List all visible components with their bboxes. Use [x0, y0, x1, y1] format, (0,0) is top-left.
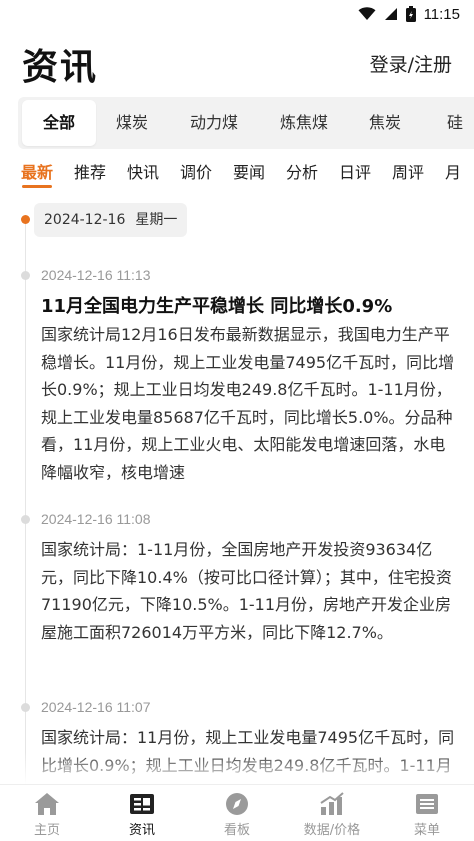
battery-icon: [405, 6, 416, 22]
chart-icon: [318, 791, 346, 817]
wifi-icon: [358, 7, 376, 21]
category-tab-thermal-coal[interactable]: 动力煤: [178, 97, 250, 149]
sub-tab-price-adjust[interactable]: 调价: [180, 159, 212, 183]
nav-data-price[interactable]: 数据/价格: [287, 789, 377, 839]
sub-tab-headlines[interactable]: 要闻: [233, 159, 265, 183]
sub-tabs: 最新 推荐 快讯 调价 要闻 分析 日评 周评 月评: [0, 155, 474, 189]
sub-tab-daily-review[interactable]: 日评: [339, 159, 371, 183]
active-tab-indicator: [22, 185, 52, 188]
nav-label: 菜单: [413, 823, 440, 838]
category-tab-coke[interactable]: 焦炭: [360, 97, 410, 149]
sub-tab-latest[interactable]: 最新: [21, 159, 53, 183]
timeline-line: [25, 220, 26, 784]
news-time: 2024-12-16 11:08: [41, 511, 151, 527]
bottom-nav: 主页 资讯 看板 数据/价格 菜单: [0, 784, 474, 841]
news-time: 2024-12-16 11:13: [41, 267, 151, 283]
timeline-dot: [21, 271, 30, 280]
weekday-text: 星期一: [135, 212, 178, 228]
category-tab-all[interactable]: 全部: [22, 100, 96, 146]
nav-label: 资讯: [128, 823, 155, 838]
nav-dashboard[interactable]: 看板: [192, 789, 282, 839]
nav-menu[interactable]: 菜单: [382, 789, 472, 839]
status-bar: 11:15: [0, 0, 474, 28]
category-tab-silicon[interactable]: 硅: [440, 97, 470, 149]
category-tab-coal[interactable]: 煤炭: [106, 97, 158, 149]
news-body[interactable]: 国家统计局：1-11月份，全国房地产开发投资93634亿元，同比下降10.4%（…: [41, 536, 459, 674]
news-body[interactable]: 国家统计局12月16日发布最新数据显示，我国电力生产平稳增长。11月份，规上工业…: [41, 321, 459, 486]
login-register-link[interactable]: 登录/注册: [370, 50, 452, 77]
nav-news[interactable]: 资讯: [97, 789, 187, 839]
timeline-dot: [21, 703, 30, 712]
nav-label: 看板: [223, 823, 250, 838]
sub-tab-monthly-review[interactable]: 月评: [445, 159, 474, 189]
status-time: 11:15: [423, 5, 460, 23]
news-title[interactable]: 11月全国电力生产平稳增长 同比增长0.9%: [41, 294, 461, 320]
date-text: 2024-12-16: [44, 212, 126, 228]
nav-home[interactable]: 主页: [2, 789, 92, 839]
page-header: 资讯 登录/注册: [0, 38, 474, 90]
timeline-dot-current: [21, 215, 30, 224]
nav-label: 主页: [33, 823, 60, 838]
sub-tab-weekly-review[interactable]: 周评: [392, 159, 424, 183]
menu-icon: [413, 791, 441, 817]
date-header: 2024-12-16 星期一: [34, 203, 188, 237]
nav-label: 数据/价格: [303, 823, 361, 838]
category-tab-coking-coal[interactable]: 炼焦煤: [268, 97, 340, 149]
category-tabs: 全部 煤炭 动力煤 炼焦煤 焦炭 硅: [18, 97, 474, 149]
sub-tab-recommended[interactable]: 推荐: [74, 159, 106, 183]
sub-tab-analysis[interactable]: 分析: [286, 159, 318, 183]
timeline-dot: [21, 515, 30, 524]
news-icon: [128, 791, 156, 817]
feed-fade-overlay: [0, 752, 474, 784]
news-feed[interactable]: 2024-12-16 星期一 2024-12-16 11:13 11月全国电力生产…: [0, 192, 474, 784]
home-icon: [33, 791, 61, 817]
news-time: 2024-12-16 11:07: [41, 699, 151, 715]
sub-tab-flash[interactable]: 快讯: [127, 159, 159, 183]
compass-icon: [223, 791, 251, 817]
page-title: 资讯: [22, 47, 99, 88]
signal-icon: [384, 7, 398, 21]
